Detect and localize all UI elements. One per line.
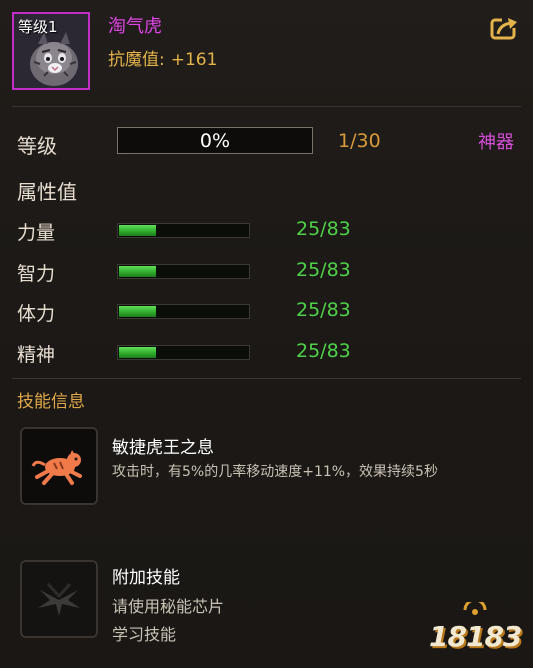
attr-bar-fill (119, 306, 157, 317)
attr-bar-fill (119, 347, 157, 358)
attr-bar-fill (119, 266, 157, 277)
attr-row-intelligence: 智力 25/83 (0, 259, 533, 289)
attr-value: 25/83 (296, 299, 351, 321)
attr-value: 25/83 (296, 340, 351, 362)
skill-1-name: 敏捷虎王之息 (112, 438, 214, 458)
pet-avatar[interactable]: 等级1 (12, 12, 90, 90)
attr-row-stamina: 体力 25/83 (0, 299, 533, 329)
artifact-link[interactable]: 神器 (478, 128, 514, 154)
level-progress-bar: 0% (117, 127, 313, 154)
level-percent: 0% (199, 130, 231, 152)
skill-1-desc: 攻击时，有5%的几率移动速度+11%，效果持续5秒 (112, 464, 438, 480)
level-count: 1/30 (338, 130, 381, 152)
attr-name: 体力 (17, 303, 56, 325)
header-divider (12, 106, 521, 107)
skills-title: 技能信息 (17, 392, 85, 412)
share-icon[interactable] (490, 16, 520, 40)
attr-bar (117, 223, 250, 238)
attr-value: 25/83 (296, 218, 351, 240)
attr-name: 智力 (17, 263, 56, 285)
pet-header: 等级1 淘气虎 抗魔值: +161 (0, 0, 533, 106)
resist-value: +161 (170, 50, 218, 70)
pet-name: 淘气虎 (108, 16, 162, 37)
attr-value: 25/83 (296, 259, 351, 281)
pet-info-panel: 等级1 淘气虎 抗魔值: +161 等级 0% 1/30 神器 属性值 力量 2… (0, 0, 533, 668)
attr-name: 力量 (17, 222, 56, 244)
skills-divider (12, 378, 521, 379)
attr-row-spirit: 精神 25/83 (0, 340, 533, 370)
attr-bar (117, 345, 250, 360)
running-tiger-icon (22, 429, 96, 503)
skill-slot-1[interactable] (20, 427, 98, 505)
attr-row-strength: 力量 25/83 (0, 218, 533, 248)
attr-name: 精神 (17, 344, 56, 366)
attr-bar (117, 264, 250, 279)
skill-2-name: 附加技能 (112, 568, 180, 588)
watermark-text: 18183 (429, 620, 522, 653)
attr-bar-fill (119, 225, 157, 236)
skill-slot-2[interactable] (20, 560, 98, 638)
skill-2-desc-line2: 学习技能 (112, 625, 177, 644)
attr-bar (117, 304, 250, 319)
site-watermark: 18183 (425, 598, 522, 662)
resist-label: 抗魔值: (108, 50, 165, 70)
attributes-title: 属性值 (17, 180, 77, 204)
locked-skill-icon (22, 562, 96, 636)
skill-2-desc-line1: 请使用秘能芯片 (112, 597, 225, 616)
avatar-level-badge: 等级1 (18, 18, 58, 36)
resist-stat: 抗魔值: +161 (108, 45, 217, 70)
level-label: 等级 (17, 134, 57, 158)
